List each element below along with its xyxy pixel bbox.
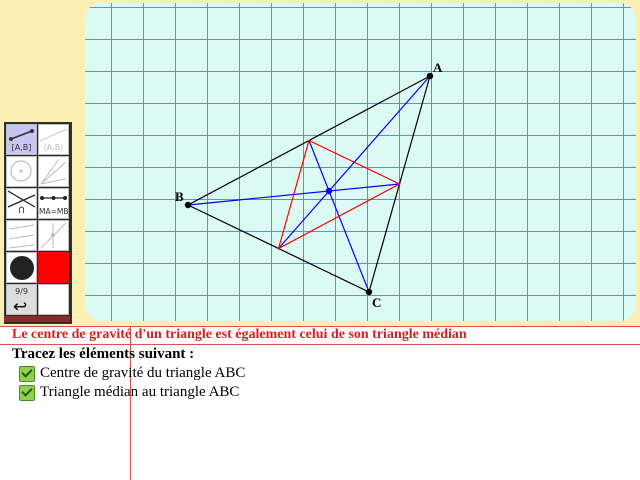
- centroid-point[interactable]: [325, 187, 333, 195]
- point-b-label: B: [175, 189, 184, 204]
- circle-tool[interactable]: [6, 156, 37, 187]
- intersection-tool[interactable]: ∩: [6, 188, 37, 219]
- point-a-label: A: [433, 60, 443, 75]
- page-counter[interactable]: 9/9 ↩: [6, 284, 37, 317]
- circle-icon: [10, 160, 32, 182]
- segment-tool[interactable]: [A,B]: [6, 124, 37, 155]
- undo-icon[interactable]: ↩: [13, 297, 27, 317]
- ray-tool-label: (A,B): [43, 143, 64, 152]
- segment-icon: [9, 129, 34, 141]
- line-icon: [39, 128, 68, 142]
- black-dot-icon: [10, 256, 34, 280]
- instruction-heading: Le centre de gravité d'un triangle est é…: [12, 327, 467, 342]
- geometry-canvas[interactable]: A B C: [85, 3, 636, 321]
- perpendicular-icon: [8, 224, 35, 249]
- perpendicular-tool[interactable]: [6, 220, 37, 251]
- intersection-tool-label: ∩: [17, 203, 26, 216]
- task-label: Centre de gravité du triangle ABC: [40, 365, 246, 381]
- midpoint-icon: [40, 196, 67, 200]
- page-counter-label: 9/9: [15, 287, 28, 296]
- checkmark-icon: [19, 365, 35, 382]
- segment-tool-label: [A,B]: [11, 143, 32, 152]
- instruction-subheading: Tracez les éléments suivant :: [12, 346, 195, 362]
- equidistant-tool[interactable]: MA=MB: [38, 188, 69, 219]
- color-black-swatch[interactable]: [6, 252, 37, 283]
- point-b[interactable]: [184, 201, 192, 209]
- point-c-label: C: [372, 295, 381, 310]
- equidistant-tool-label: MA=MB: [39, 207, 69, 216]
- task-item: Triangle médian au triangle ABC: [19, 384, 239, 401]
- red-rule: [0, 344, 640, 345]
- angle-tool[interactable]: [38, 156, 69, 187]
- color-red-swatch[interactable]: [38, 252, 69, 283]
- blank-tool[interactable]: [38, 284, 69, 315]
- palette-footer: [4, 316, 70, 322]
- tool-palette: [A,B] (A,B) ∩ MA=MB 9/9 ↩: [4, 122, 72, 324]
- task-label: Triangle médian au triangle ABC: [40, 384, 240, 400]
- task-item: Centre de gravité du triangle ABC: [19, 365, 245, 382]
- bisector-icon: [40, 222, 67, 249]
- geometry-drawing[interactable]: A B C: [85, 3, 636, 321]
- angle-icon: [40, 158, 67, 185]
- ray-tool[interactable]: (A,B): [38, 124, 69, 155]
- bisector-tool[interactable]: [38, 220, 69, 251]
- checkmark-icon: [19, 384, 35, 401]
